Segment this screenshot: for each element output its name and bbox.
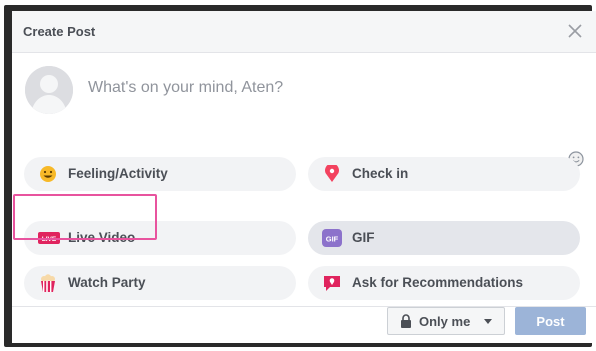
option-watch-party[interactable]: Watch Party [24, 266, 296, 300]
post-options: Feeling/Activity Check in LIVE Live Vide… [12, 157, 596, 307]
gif-badge-text: GIF [326, 235, 339, 244]
default-avatar-icon [25, 66, 73, 114]
option-gif-label: GIF [352, 230, 375, 245]
lock-icon [401, 314, 411, 328]
dialog-title: Create Post [23, 24, 96, 39]
privacy-label: Only me [419, 314, 471, 329]
dialog-footer: Only me Post [12, 306, 596, 343]
option-feeling-label: Feeling/Activity [68, 166, 168, 181]
option-check-in-label: Check in [352, 166, 409, 181]
option-live-video[interactable]: LIVE Live Video [24, 221, 296, 255]
post-button[interactable]: Post [515, 307, 586, 335]
option-ask-recommendations[interactable]: Ask for Recommendations [308, 266, 580, 300]
smiley-icon [40, 166, 56, 182]
dialog-header: Create Post [12, 11, 596, 53]
avatar [25, 66, 73, 114]
option-check-in[interactable]: Check in [308, 157, 580, 191]
live-video-icon: LIVE [38, 232, 60, 244]
privacy-selector-button[interactable]: Only me [387, 307, 505, 335]
location-pin-icon [325, 165, 339, 182]
option-watch-party-label: Watch Party [68, 275, 146, 290]
post-button-label: Post [536, 314, 565, 329]
close-icon[interactable] [568, 24, 582, 38]
gif-icon: GIF [322, 229, 342, 247]
caret-down-icon [484, 319, 492, 324]
live-badge-text: LIVE [42, 236, 57, 243]
create-post-dialog: Create Post What's on your mind, Aten? F… [12, 11, 596, 343]
option-live-video-label: Live Video [68, 230, 136, 245]
recommendations-icon [324, 276, 340, 291]
post-text-input[interactable] [88, 79, 548, 97]
option-feeling-activity[interactable]: Feeling/Activity [24, 157, 296, 191]
option-recommendations-label: Ask for Recommendations [352, 275, 524, 290]
composer [12, 53, 596, 171]
popcorn-icon [41, 274, 55, 292]
option-gif[interactable]: GIF GIF [308, 221, 580, 255]
